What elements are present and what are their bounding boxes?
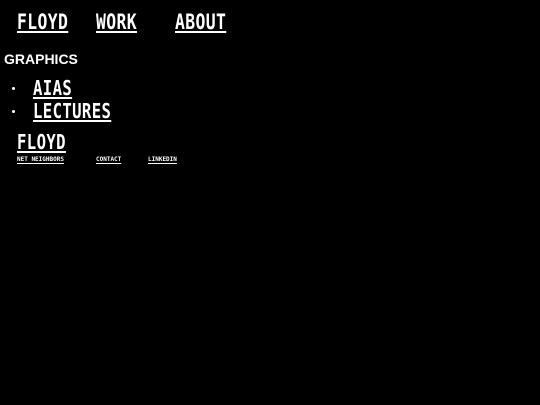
bullet-icon — [12, 87, 15, 90]
project-link-lectures[interactable]: LECTURES — [33, 99, 111, 123]
bullet-icon — [12, 110, 15, 113]
section-heading: GRAPHICS — [4, 51, 78, 67]
nav-about-link[interactable]: ABOUT — [175, 8, 226, 36]
contact-link[interactable]: CONTACT — [96, 155, 121, 164]
footer-logo-link[interactable]: FLOYD — [17, 130, 66, 154]
nav-home-link[interactable]: FLOYD — [17, 8, 68, 36]
linkedin-link[interactable]: LINKEDIN — [148, 155, 177, 164]
nav-work-link[interactable]: WORK — [96, 8, 137, 36]
project-link-aias[interactable]: AIAS — [33, 76, 72, 100]
footer-links: NET NEIGHBORS CONTACT LINKEDIN — [0, 155, 540, 165]
net-neighbors-link[interactable]: NET NEIGHBORS — [17, 155, 64, 164]
